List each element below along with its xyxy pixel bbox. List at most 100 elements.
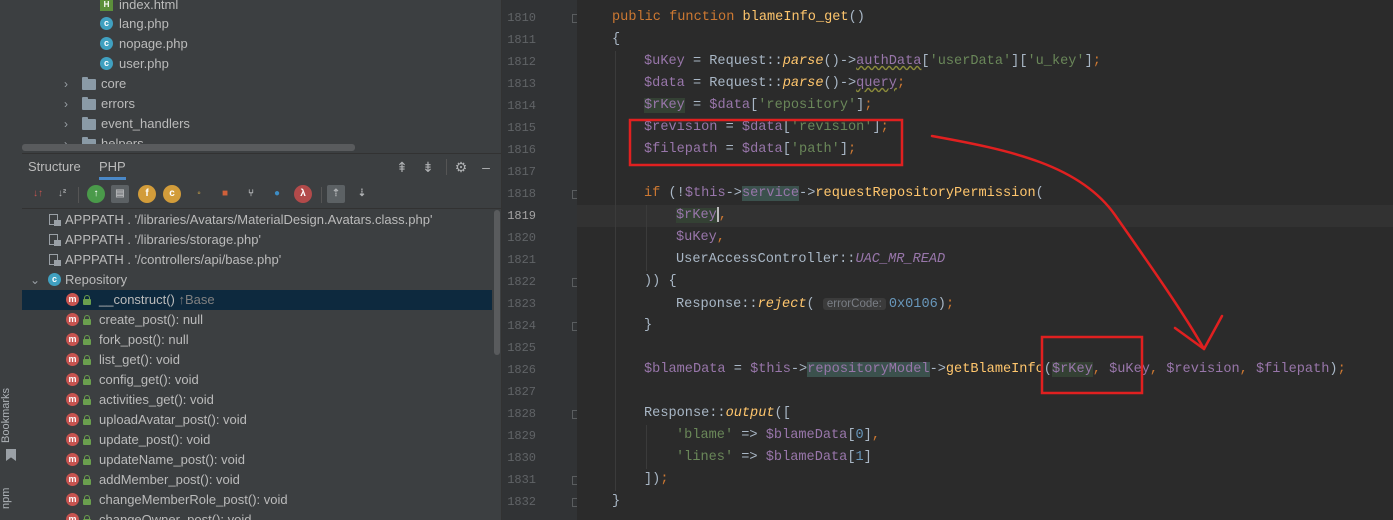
line-number: 1820 [507,231,536,245]
structure-panel-header: Structure PHP ⇞ ⇟ ⚙ – [22,153,501,181]
code-line: $rKey, [676,206,727,223]
method-item[interactable]: m uploadAvatar_post(): void [22,410,492,430]
show-fields-icon[interactable]: ◦ [190,185,208,203]
tree-item-user-php[interactable]: c user.php [100,54,169,74]
class-icon: c [48,273,61,286]
line-number: 1826 [507,363,536,377]
code-line: public function blameInfo_get() [612,10,865,25]
line-number: 1814 [507,99,536,113]
collapse-all-icon[interactable]: ⇟ [420,159,436,175]
show-includes-icon[interactable]: ▤ [111,185,129,203]
method-item[interactable]: m changeOwner_post(): void [22,510,492,520]
method-item[interactable]: m updateName_post(): void [22,450,492,470]
npm-tool-button[interactable]: npm [0,478,22,518]
method-item[interactable]: m activities_get(): void [22,390,492,410]
show-inherited-icon[interactable]: ↑ [87,185,105,203]
show-constants-icon[interactable]: c [163,185,181,203]
expand-all-icon[interactable]: ⇞ [394,159,410,175]
line-number: 1815 [507,121,536,135]
method-item[interactable]: m addMember_post(): void [22,470,492,490]
show-hierarchy-icon[interactable]: ⑂ [242,185,260,203]
include-file-icon [48,213,62,227]
left-panel: H index.html c lang.php c nopage.php c u… [22,0,501,520]
bookmarks-tool-button[interactable]: Bookmarks [0,380,22,450]
code-line: $blameData = $this->repositoryModel->get… [644,362,1346,377]
method-item[interactable]: m create_post(): null [22,310,492,330]
public-lock-icon [83,475,91,485]
public-lock-icon [83,355,91,365]
tree-item-lang-php[interactable]: c lang.php [100,14,169,34]
structure-tree: APPPATH . '/libraries/Avatars/MaterialDe… [22,209,492,520]
line-number: 1816 [507,143,536,157]
folder-icon [82,77,96,90]
public-lock-icon [83,415,91,425]
class-repository[interactable]: ⌄ c Repository [22,270,492,290]
method-item[interactable]: m __construct() ↑Base [22,290,492,310]
chevron-right-icon[interactable]: › [64,94,76,114]
folder-icon [82,97,96,110]
tree-folder-errors[interactable]: › errors [64,94,135,114]
code-editor[interactable]: public function blameInfo_get() { $uKey … [577,0,1393,520]
show-interfaces-icon[interactable]: ● [268,185,286,203]
tree-item-index-html[interactable]: H index.html [100,0,178,15]
line-number: 1822 [507,275,536,289]
gear-icon[interactable]: ⚙ [453,159,469,175]
bookmark-icon[interactable] [6,449,16,461]
method-item[interactable]: m list_get(): void [22,350,492,370]
method-icon: m [66,373,79,386]
code-line: )) { [644,274,677,289]
sort-by-visibility-icon[interactable]: ↓↑ [29,185,47,203]
tab-structure[interactable]: Structure [28,154,81,180]
include-item[interactable]: APPPATH . '/libraries/Avatars/MaterialDe… [22,210,492,230]
public-lock-icon [83,315,91,325]
line-number: 1827 [507,385,536,399]
chevron-right-icon[interactable]: › [64,74,76,94]
public-lock-icon [83,295,91,305]
sort-alphabetically-icon[interactable]: ↓² [53,185,71,203]
code-line: $uKey, [676,230,725,245]
line-number: 1832 [507,495,536,509]
code-line: $filepath = $data['path']; [644,142,857,157]
code-line: } [612,494,621,509]
public-lock-icon [83,335,91,345]
chevron-right-icon[interactable]: › [64,114,76,134]
public-lock-icon [83,435,91,445]
tree-horizontal-scrollbar[interactable] [22,144,355,151]
method-item[interactable]: m changeMemberRole_post(): void [22,490,492,510]
method-item[interactable]: m fork_post(): null [22,330,492,350]
structure-toolbar: ↓↑ ↓² ↑ ▤ f c ◦ ■ ⑂ ● λ ⇡ ⇣ [22,181,501,209]
public-lock-icon [83,375,91,385]
show-private-icon[interactable]: ■ [216,185,234,203]
method-item[interactable]: m config_get(): void [22,370,492,390]
include-item[interactable]: APPPATH . '/controllers/api/base.php' [22,250,492,270]
structure-vertical-scrollbar[interactable] [494,210,500,355]
line-number: 1813 [507,77,536,91]
show-functions-icon[interactable]: f [138,185,156,203]
show-closures-icon[interactable]: λ [294,185,312,203]
autoscroll-from-source-icon[interactable]: ⇣ [353,185,371,203]
minimize-icon[interactable]: – [478,159,494,175]
code-line: 'blame' => $blameData[0], [676,428,881,443]
tree-item-nopage-php[interactable]: c nopage.php [100,34,188,54]
editor-gutter: 1810 1811 1812 1813 1814 1815 1816 1817 … [501,0,579,520]
line-number: 1825 [507,341,536,355]
php-file-icon: c [100,57,113,70]
line-number: 1812 [507,55,536,69]
line-number: 1831 [507,473,536,487]
include-item[interactable]: APPPATH . '/libraries/storage.php' [22,230,492,250]
include-file-icon [48,233,62,247]
line-number: 1818 [507,187,536,201]
tree-folder-core[interactable]: › core [64,74,126,94]
line-number: 1830 [507,451,536,465]
code-line: UserAccessController::UAC_MR_READ [676,252,946,267]
method-icon: m [66,393,79,406]
tree-folder-event-handlers[interactable]: › event_handlers [64,114,190,134]
code-line: 'lines' => $blameData[1] [676,450,872,465]
method-item[interactable]: m update_post(): void [22,430,492,450]
method-icon: m [66,333,79,346]
code-line: $uKey = Request::parse()->authData['user… [644,54,1101,69]
html-file-icon: H [100,0,113,11]
chevron-down-icon[interactable]: ⌄ [30,270,42,290]
tab-php[interactable]: PHP [99,154,126,180]
autoscroll-to-source-icon[interactable]: ⇡ [327,185,345,203]
